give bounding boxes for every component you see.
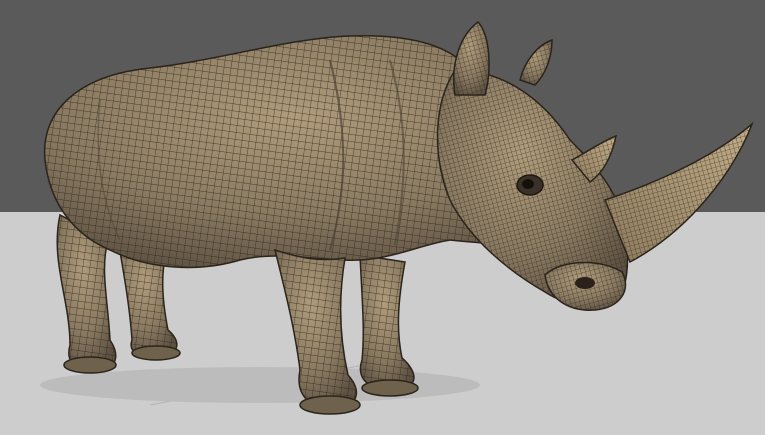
rhino-foot — [299, 395, 361, 415]
3d-viewport[interactable] — [0, 0, 765, 435]
rhino-foot — [63, 356, 117, 374]
rhino-nostril — [575, 277, 595, 289]
rhino-foot — [131, 345, 181, 361]
rhino-foot — [361, 379, 419, 397]
viewport-canvas[interactable] — [0, 0, 765, 435]
